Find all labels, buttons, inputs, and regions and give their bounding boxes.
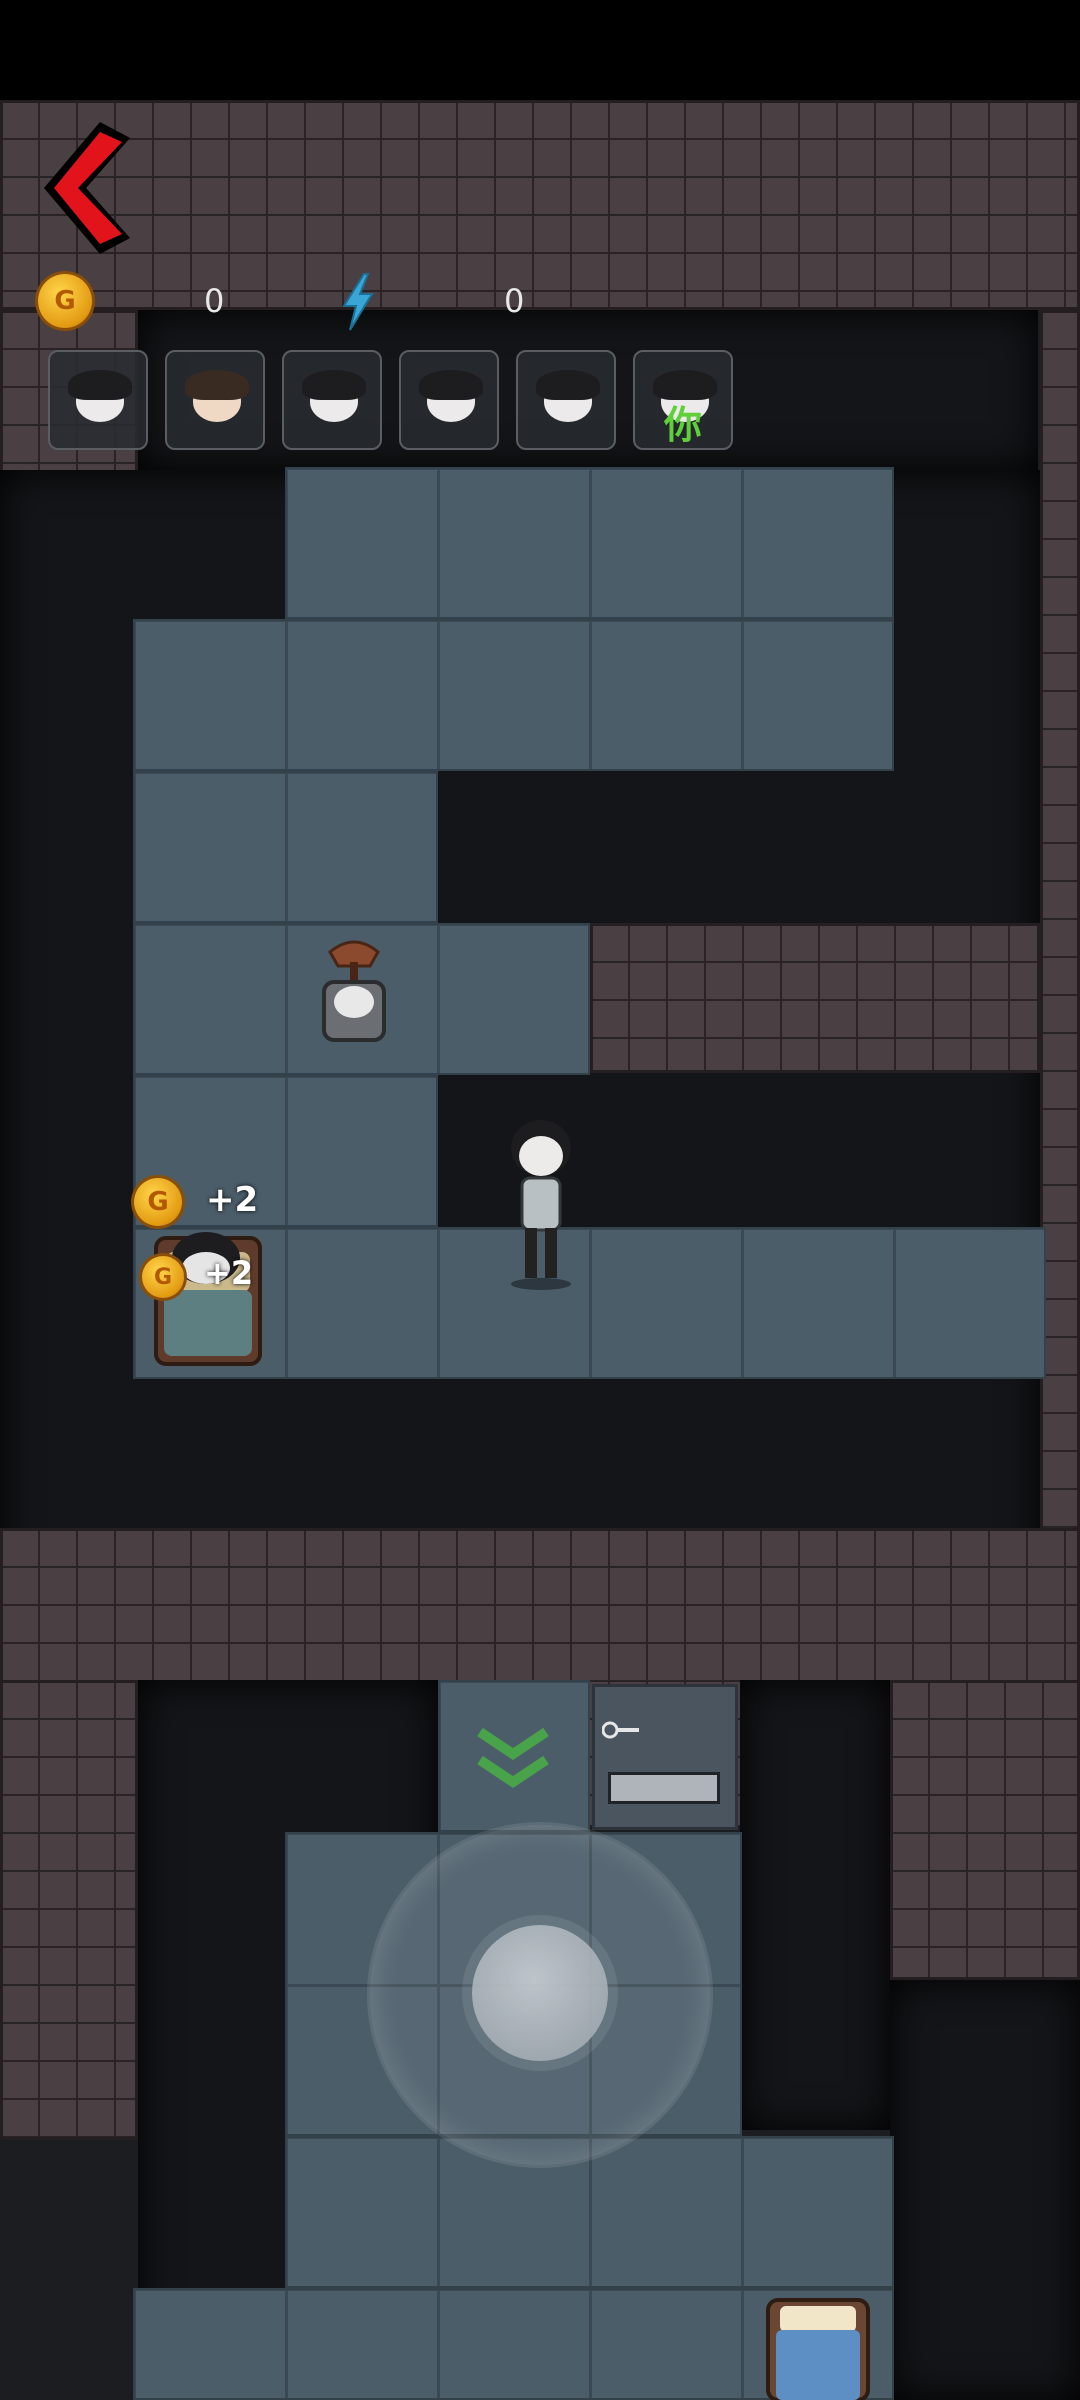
lightning-bolt-icon	[342, 273, 374, 331]
door-panel[interactable]	[592, 1684, 738, 1830]
bed-icon	[766, 2298, 870, 2400]
coin-letter: G	[147, 1187, 169, 1217]
coin-count: 0	[204, 282, 225, 320]
coin-gain-label: +2	[204, 1254, 254, 1292]
player-avatar-4[interactable]	[399, 350, 499, 450]
energy-count: 0	[504, 282, 525, 320]
you-tag: 你	[663, 403, 702, 447]
resource-bar: G 0 0	[0, 272, 1080, 328]
avatar-hair	[419, 370, 483, 400]
brick-wall	[0, 1680, 138, 2140]
joystick-knob[interactable]	[472, 1925, 608, 2061]
coin-gain-label: +2	[206, 1180, 259, 1220]
player-avatar-6[interactable]: 你	[633, 350, 733, 450]
player-character	[511, 1120, 571, 1290]
floor-tiles	[133, 771, 438, 923]
gold-coin-icon: G	[38, 274, 92, 328]
avatar-hair	[536, 370, 600, 400]
floor-tiles	[285, 2136, 894, 2288]
green-double-chevron-down-icon[interactable]	[470, 1714, 556, 1800]
dark-pit	[740, 1680, 890, 2130]
avatar-hair	[302, 370, 366, 400]
key-icon	[602, 1721, 639, 1739]
brick-wall	[890, 1680, 1080, 1980]
floor-tiles	[133, 619, 894, 771]
gold-coin-icon: G	[134, 1178, 182, 1226]
player-avatar-3[interactable]	[282, 350, 382, 450]
player-avatar-5[interactable]	[516, 350, 616, 450]
player-avatar-2[interactable]	[165, 350, 265, 450]
avatar-hair	[185, 370, 249, 400]
avatar-hair	[68, 370, 132, 400]
floor-tiles	[285, 467, 894, 619]
player-avatar-1[interactable]	[48, 350, 148, 450]
broom-bucket-icon	[322, 940, 386, 1042]
coin-letter: G	[54, 286, 76, 316]
door-slot	[608, 1772, 720, 1804]
brick-wall	[590, 923, 1040, 1073]
brick-wall	[1040, 310, 1080, 1630]
gold-coin-icon: G	[142, 1256, 184, 1298]
back-chevron-icon[interactable]	[38, 118, 138, 258]
status-bar	[0, 0, 1080, 100]
coin-letter: G	[153, 1264, 173, 1290]
dark-pit	[890, 1980, 1080, 2400]
